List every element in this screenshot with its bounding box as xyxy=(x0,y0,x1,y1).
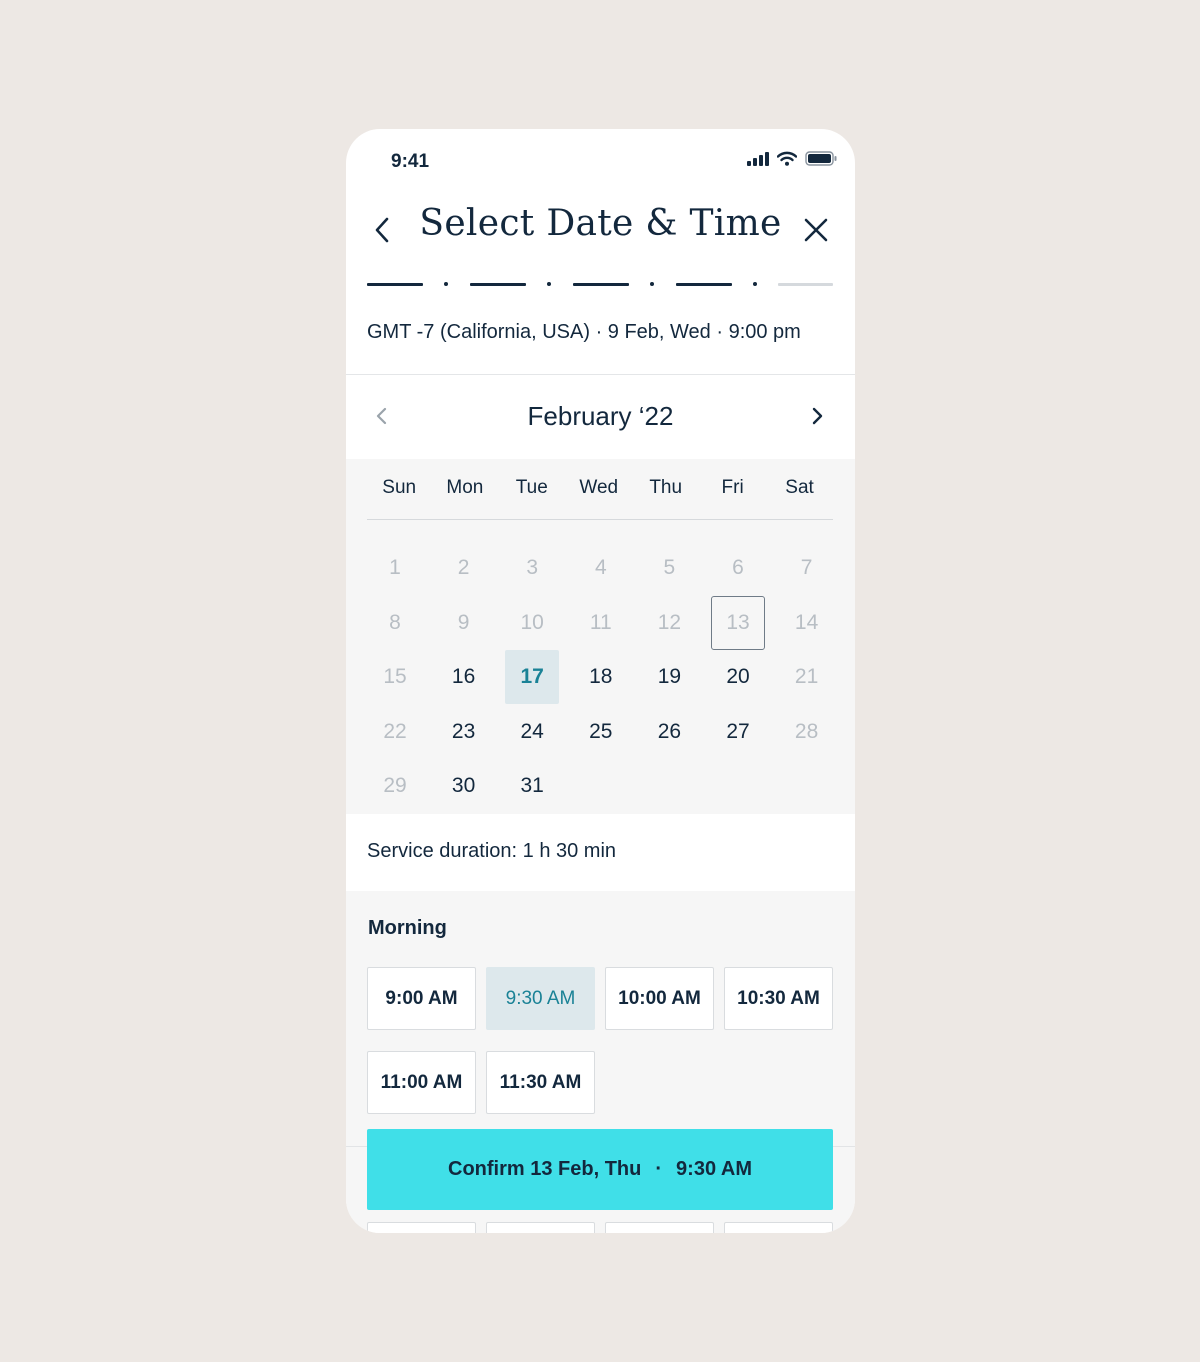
calendar-day[interactable]: 26 xyxy=(642,705,696,759)
divider xyxy=(346,374,855,375)
weekday-label: Sun xyxy=(382,477,417,498)
calendar-day[interactable]: 20 xyxy=(711,650,765,704)
progress-dot xyxy=(753,282,757,286)
confirm-button[interactable]: Confirm 13 Feb, Thu · 9:30 AM xyxy=(367,1129,833,1210)
progress-step-pending xyxy=(778,283,833,286)
confirm-time-label: 9:30 AM xyxy=(676,1158,752,1180)
page-title: Select Date & Time xyxy=(419,203,782,244)
confirm-date-label: Confirm 13 Feb, Thu xyxy=(448,1158,642,1180)
calendar-day[interactable]: 31 xyxy=(505,759,559,813)
calendar-day[interactable]: 16 xyxy=(437,650,491,704)
time-slot-partial xyxy=(605,1222,714,1233)
calendar-divider xyxy=(367,519,833,520)
step-progress xyxy=(367,281,833,291)
calendar-day[interactable]: 25 xyxy=(574,705,628,759)
calendar-day: 2 xyxy=(457,556,470,579)
confirm-separator: · xyxy=(655,1158,663,1180)
calendar-day: 5 xyxy=(663,556,676,579)
calendar-day: 3 xyxy=(526,556,539,579)
calendar-day[interactable]: 23 xyxy=(437,705,491,759)
progress-step-complete xyxy=(676,283,732,286)
time-slot-selected[interactable]: 9:30 AM xyxy=(486,967,595,1030)
progress-dot xyxy=(547,282,551,286)
calendar-day: 7 xyxy=(800,556,813,579)
battery-icon xyxy=(805,151,837,166)
calendar-day: 22 xyxy=(383,719,407,743)
calendar-day: 4 xyxy=(594,556,607,579)
weekday-label: Fri xyxy=(721,477,744,498)
progress-step-complete xyxy=(367,283,423,286)
weekday-label: Mon xyxy=(446,477,484,498)
calendar-day: 9 xyxy=(457,610,470,634)
weekday-label: Sat xyxy=(785,477,814,498)
calendar-day: 29 xyxy=(383,774,407,797)
progress-step-complete xyxy=(470,283,526,286)
status-time: 9:41 xyxy=(391,151,430,172)
weekday-label: Thu xyxy=(649,477,683,498)
time-slot-partial xyxy=(486,1222,595,1233)
calendar-day[interactable]: 27 xyxy=(711,705,765,759)
wifi-icon xyxy=(777,151,797,166)
close-icon[interactable] xyxy=(801,215,831,245)
calendar-day: 12 xyxy=(657,610,682,634)
weekday-label: Wed xyxy=(579,477,619,498)
time-slot-partial xyxy=(724,1222,833,1233)
timezone-line: GMT -7 (California, USA) · 9 Feb, Wed · … xyxy=(367,321,801,343)
phone-screen: 9:41 Select Date & Time GMT -7 (Californ… xyxy=(346,129,855,1233)
time-slot[interactable]: 11:30 AM xyxy=(486,1051,595,1114)
time-slot[interactable]: 10:30 AM xyxy=(724,967,833,1030)
calendar-day[interactable]: 19 xyxy=(642,650,696,704)
calendar-day: 11 xyxy=(589,610,612,634)
service-duration: Service duration: 1 h 30 min xyxy=(367,840,617,862)
calendar-day: 1 xyxy=(389,556,401,579)
signal-icon xyxy=(747,151,769,166)
status-icons xyxy=(747,151,837,166)
weekday-header-row: Sun Mon Tue Wed Thu Fri Sat xyxy=(367,477,833,499)
weekday-label: Tue xyxy=(515,477,548,498)
calendar-day: 28 xyxy=(794,719,819,743)
morning-heading: Morning xyxy=(368,917,447,939)
calendar-day: 14 xyxy=(794,610,819,634)
time-slot-partial xyxy=(367,1222,476,1233)
progress-step-complete xyxy=(573,283,629,286)
calendar-day: 21 xyxy=(794,665,819,688)
calendar-day: 15 xyxy=(383,665,407,688)
month-label: February ‘22 xyxy=(527,401,674,431)
progress-dot xyxy=(650,282,654,286)
calendar-day: 10 xyxy=(520,610,544,634)
calendar-day[interactable]: 24 xyxy=(505,705,559,759)
next-month-chevron-icon[interactable] xyxy=(807,405,827,427)
calendar-day: 8 xyxy=(389,610,401,634)
calendar-day-selected[interactable]: 17 xyxy=(505,650,560,704)
progress-dot xyxy=(444,282,448,286)
calendar-day-today: 13 xyxy=(711,595,765,650)
time-slot[interactable]: 11:00 AM xyxy=(367,1051,476,1114)
time-slot[interactable]: 10:00 AM xyxy=(605,967,714,1030)
calendar-day[interactable]: 30 xyxy=(437,759,491,813)
calendar-day[interactable]: 18 xyxy=(574,650,628,704)
calendar-grid: Sun Mon Tue Wed Thu Fri Sat 1 2 3 4 5 6 7 8 9 10 11 12 13 1… xyxy=(346,459,855,814)
calendar-day: 6 xyxy=(732,556,744,579)
time-slot[interactable]: 9:00 AM xyxy=(367,967,476,1030)
